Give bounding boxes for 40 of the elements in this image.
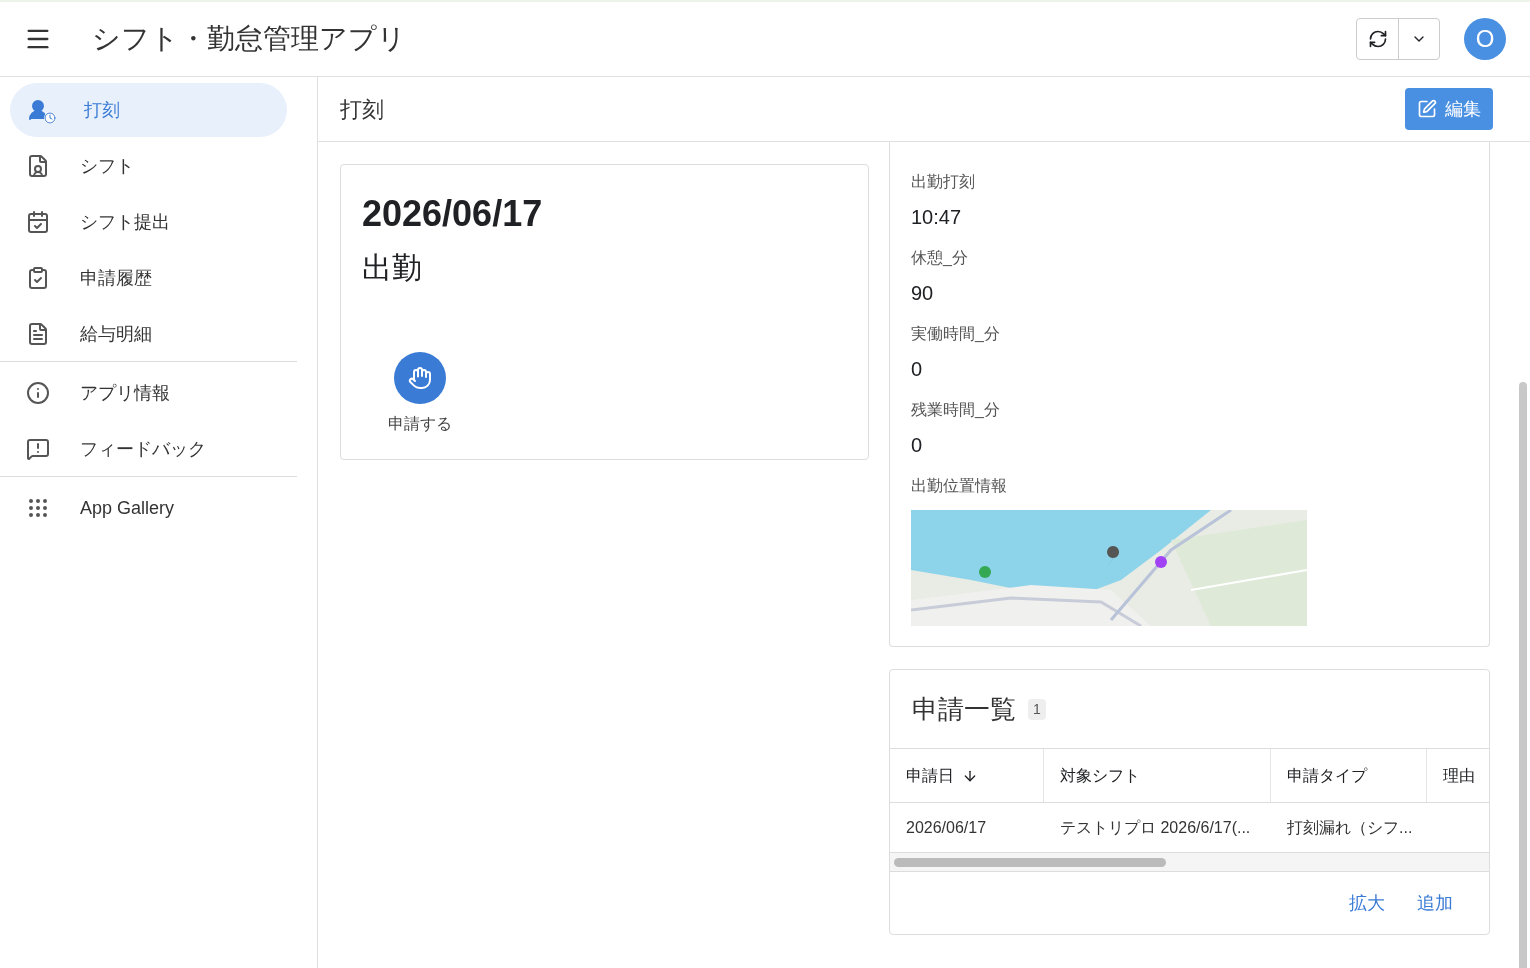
app-title: シフト・勤怠管理アプリ bbox=[92, 22, 406, 56]
status-text: 出勤 bbox=[362, 250, 423, 286]
sidebar-item[interactable]: シフト bbox=[10, 139, 287, 193]
text-button[interactable]: 追加 bbox=[1417, 889, 1453, 917]
column-header[interactable]: 申請日 bbox=[890, 749, 1044, 802]
feedback-icon bbox=[26, 437, 50, 461]
field-label: 出勤位置情報 bbox=[911, 476, 1008, 496]
sidebar-item[interactable]: 打刻 bbox=[10, 83, 287, 137]
sidebar-item[interactable]: アプリ情報 bbox=[10, 366, 287, 420]
field-label: 残業時間_分 bbox=[911, 400, 1001, 420]
field-label: 実働時間_分 bbox=[911, 324, 1001, 344]
sidebar-item[interactable]: シフト提出 bbox=[10, 195, 287, 249]
grid-icon bbox=[26, 496, 50, 520]
sidebar-item[interactable]: 申請履歴 bbox=[10, 251, 287, 305]
text-button[interactable]: 拡大 bbox=[1349, 889, 1385, 917]
field-value: 0 bbox=[911, 357, 924, 382]
user-clock-icon bbox=[26, 98, 54, 122]
date-text: 2026/06/17 bbox=[362, 192, 544, 236]
page-title: 打刻 bbox=[340, 95, 384, 124]
refresh-icon bbox=[1367, 29, 1388, 49]
clipboard-check-icon bbox=[26, 266, 50, 290]
column-header[interactable]: 理由 bbox=[1427, 749, 1489, 802]
info-icon bbox=[26, 381, 50, 405]
field-value: 90 bbox=[911, 281, 935, 306]
document-user-icon bbox=[26, 154, 50, 178]
field-label: 出勤打刻 bbox=[911, 172, 976, 192]
edit-icon bbox=[1417, 99, 1437, 119]
section-title: 申請一覧 bbox=[912, 692, 1016, 726]
field-label: 休憩_分 bbox=[911, 248, 969, 268]
scrollbar-thumb[interactable] bbox=[894, 857, 1166, 867]
hand-icon bbox=[408, 366, 432, 390]
field-value: 0 bbox=[911, 433, 924, 458]
field-value: 10:47 bbox=[911, 205, 963, 230]
sidebar-item[interactable]: フィードバック bbox=[10, 422, 287, 476]
scrollbar-thumb[interactable] bbox=[1519, 382, 1527, 968]
sidebar-item[interactable]: App Gallery bbox=[10, 481, 287, 535]
column-header[interactable]: 対象シフト bbox=[1044, 749, 1271, 802]
sidebar-item[interactable]: 給与明細 bbox=[10, 307, 287, 361]
count-badge: 1 bbox=[1028, 698, 1046, 720]
column-header[interactable]: 申請タイプ bbox=[1271, 749, 1427, 802]
